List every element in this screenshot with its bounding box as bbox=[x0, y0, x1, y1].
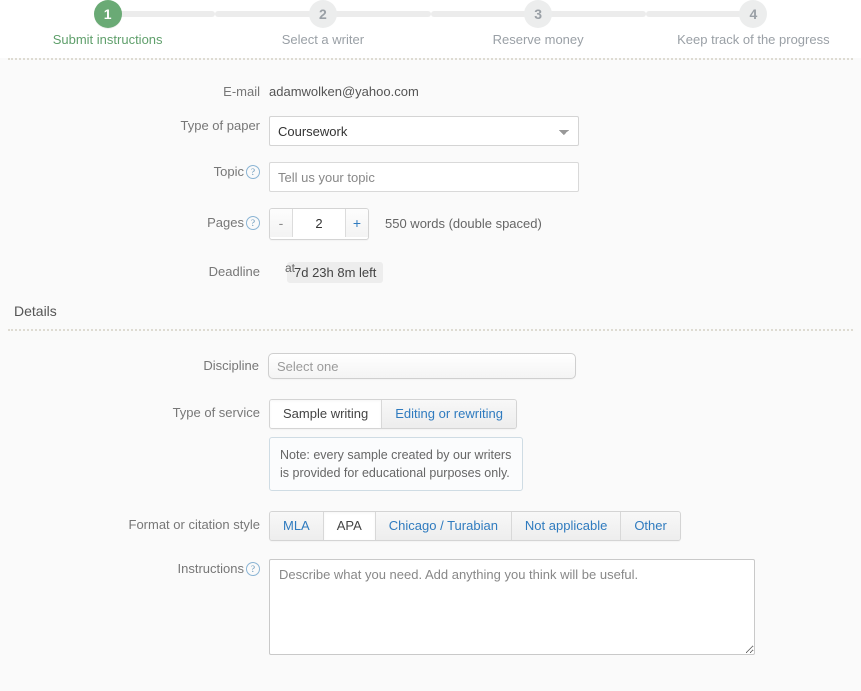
discipline-control: Select one bbox=[268, 353, 861, 379]
pages-label: Pages? bbox=[0, 208, 269, 238]
pages-stepper: - + bbox=[269, 208, 369, 240]
stepper-step-4[interactable]: 4 Keep track of the progress bbox=[645, 0, 861, 58]
field-row-type-of-service: Type of service Sample writing Editing o… bbox=[0, 399, 861, 492]
instructions-label: Instructions? bbox=[0, 559, 269, 579]
stepper-number-2: 2 bbox=[308, 0, 337, 28]
email-value: adamwolken@yahoo.com bbox=[269, 84, 419, 99]
deadline-at-text: at bbox=[284, 261, 295, 275]
field-row-email: E-mail adamwolken@yahoo.com bbox=[0, 82, 861, 102]
stepper-connector-right bbox=[538, 11, 646, 17]
type-of-service-label: Type of service bbox=[172, 405, 260, 420]
stepper-number-1: 1 bbox=[93, 0, 122, 28]
stepper-label-3: Reserve money bbox=[492, 32, 584, 47]
progress-stepper-header: 1 Submit instructions 2 Select a writer … bbox=[0, 0, 861, 58]
type-of-service-control: Sample writing Editing or rewriting Note… bbox=[269, 399, 861, 492]
discipline-label: Discipline bbox=[203, 358, 259, 373]
field-row-deadline: Deadline at 7d 23h 8m left bbox=[0, 261, 861, 283]
citation-style-option-not-applicable[interactable]: Not applicable bbox=[511, 512, 622, 541]
deadline-label: Deadline at bbox=[0, 261, 295, 282]
stepper-connector-left bbox=[215, 11, 323, 17]
stepper-step-3[interactable]: 3 Reserve money bbox=[430, 0, 646, 58]
stepper-connector-left bbox=[645, 11, 754, 17]
citation-style-option-other[interactable]: Other bbox=[621, 512, 680, 541]
deadline-control: 7d 23h 8m left bbox=[269, 262, 861, 283]
instructions-textarea[interactable] bbox=[269, 559, 755, 656]
help-icon-pages[interactable]: ? bbox=[246, 216, 260, 230]
field-row-pages: Pages? - + 550 words (double spaced) bbox=[0, 208, 861, 240]
email-label: E-mail bbox=[223, 84, 260, 99]
type-of-service-button-group: Sample writing Editing or rewriting bbox=[269, 399, 517, 429]
topic-input[interactable] bbox=[269, 162, 579, 192]
citation-style-option-apa[interactable]: APA bbox=[323, 512, 376, 541]
pages-value-input[interactable] bbox=[293, 209, 345, 239]
order-form: E-mail adamwolken@yahoo.com Type of pape… bbox=[0, 62, 861, 659]
topic-label: Topic? bbox=[0, 162, 269, 182]
topic-control bbox=[269, 162, 861, 192]
type-of-service-note: Note: every sample created by our writer… bbox=[269, 437, 523, 492]
citation-style-control: MLA APA Chicago / Turabian Not applicabl… bbox=[269, 511, 861, 542]
field-row-instructions: Instructions? bbox=[0, 559, 861, 658]
citation-style-button-group: MLA APA Chicago / Turabian Not applicabl… bbox=[269, 511, 681, 542]
progress-stepper: 1 Submit instructions 2 Select a writer … bbox=[0, 0, 861, 58]
stepper-label-1: Submit instructions bbox=[52, 32, 163, 47]
stepper-step-2[interactable]: 2 Select a writer bbox=[215, 0, 431, 58]
type-of-service-option-editing-or-rewriting[interactable]: Editing or rewriting bbox=[382, 400, 516, 428]
instructions-control bbox=[269, 559, 861, 658]
field-row-citation-style: Format or citation style MLA APA Chicago… bbox=[0, 511, 861, 542]
instructions-label-text: Instructions bbox=[177, 561, 244, 577]
type-of-service-option-sample-writing[interactable]: Sample writing bbox=[270, 400, 383, 428]
details-section-divider bbox=[8, 329, 853, 333]
details-section-title: Details bbox=[14, 303, 57, 319]
stepper-step-1[interactable]: 1 Submit instructions bbox=[0, 0, 216, 58]
field-row-discipline: Discipline Select one bbox=[0, 353, 861, 379]
field-row-topic: Topic? bbox=[0, 162, 861, 192]
stepper-label-4: Keep track of the progress bbox=[677, 32, 830, 47]
email-control: adamwolken@yahoo.com bbox=[269, 82, 861, 102]
stepper-connector-left bbox=[430, 11, 539, 17]
stepper-label-2: Select a writer bbox=[281, 32, 365, 47]
pages-decrement-button[interactable]: - bbox=[270, 209, 293, 237]
stepper-connector-right bbox=[107, 11, 216, 17]
help-icon-topic[interactable]: ? bbox=[246, 165, 260, 179]
citation-style-label: Format or citation style bbox=[128, 517, 261, 533]
topic-label-text: Topic bbox=[213, 164, 244, 179]
citation-style-option-chicago-turabian[interactable]: Chicago / Turabian bbox=[375, 512, 512, 541]
type-of-paper-control: Coursework bbox=[269, 116, 861, 146]
pages-increment-button[interactable]: + bbox=[345, 209, 368, 237]
help-icon-instructions[interactable]: ? bbox=[246, 562, 260, 577]
citation-style-option-mla[interactable]: MLA bbox=[270, 512, 324, 541]
type-of-paper-label: Type of paper bbox=[180, 118, 261, 133]
pages-label-text: Pages bbox=[207, 215, 244, 230]
pages-control: - + 550 words (double spaced) bbox=[269, 208, 861, 240]
type-of-paper-select[interactable]: Coursework bbox=[269, 116, 579, 146]
pages-words-note: 550 words (double spaced) bbox=[385, 216, 542, 231]
discipline-select[interactable]: Select one bbox=[268, 353, 576, 379]
deadline-label-text: Deadline bbox=[208, 264, 260, 279]
stepper-number-4: 4 bbox=[739, 0, 768, 28]
field-row-type-of-paper: Type of paper Coursework bbox=[0, 116, 861, 146]
stepper-number-3: 3 bbox=[524, 0, 553, 28]
deadline-badge[interactable]: 7d 23h 8m left bbox=[287, 262, 384, 283]
stepper-connector-right bbox=[322, 11, 431, 17]
